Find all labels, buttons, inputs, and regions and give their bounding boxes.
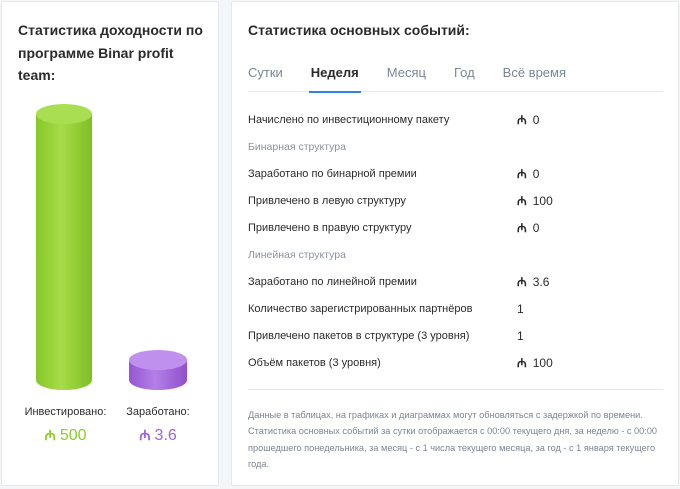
- profit-stats-card: Статистика доходности по программе Binar…: [1, 1, 219, 486]
- stat-value: ₼ 100: [517, 354, 553, 371]
- tab-0[interactable]: Сутки: [248, 57, 283, 92]
- section-header: Линейная структура: [248, 248, 346, 261]
- earned-cylinder: [129, 350, 187, 390]
- stat-label: Начислено по инвестиционному пакету: [248, 113, 450, 126]
- stat-value: 1: [517, 302, 524, 316]
- stat-label: Привлечено пакетов в структуре (3 уровня…: [248, 329, 470, 342]
- stat-amount: 1: [517, 328, 524, 343]
- stat-amount: 0: [532, 112, 540, 127]
- stat-amount: 100: [532, 193, 553, 208]
- section-header: Бинарная структура: [248, 140, 346, 153]
- stat-label: Привлечено в правую структуру: [248, 221, 412, 234]
- stat-label: Количество зарегистрированных партнёров: [248, 302, 473, 315]
- stat-label: Объём пакетов (3 уровня): [248, 356, 381, 369]
- earned-amount: 3.6: [154, 426, 177, 444]
- invested-amount: 500: [59, 426, 87, 444]
- currency-icon: ₼: [44, 427, 56, 443]
- stat-value: ₼ 0: [517, 111, 539, 128]
- earned-label: Заработано:: [126, 406, 190, 418]
- stat-row: Заработано по линейной премии ₼ 3.6: [248, 268, 663, 295]
- stat-row: Привлечено в правую структуру ₼ 0: [248, 214, 663, 241]
- stat-value: ₼ 0: [517, 219, 539, 236]
- tab-2[interactable]: Месяц: [387, 57, 426, 92]
- stat-row: Заработано по бинарной премии ₼ 0: [248, 160, 663, 187]
- stat-label: Заработано по бинарной премии: [248, 167, 417, 180]
- divider: [248, 389, 663, 390]
- currency-icon: ₼: [517, 275, 527, 289]
- stat-value: 1: [517, 329, 524, 343]
- currency-icon: ₼: [139, 427, 151, 443]
- tab-3[interactable]: Год: [454, 57, 475, 92]
- stat-value: ₼ 3.6: [517, 273, 549, 290]
- currency-icon: ₼: [517, 167, 527, 181]
- events-stats-card: Статистика основных событий: Сутки Неделя…: [231, 1, 679, 486]
- currency-icon: ₼: [517, 194, 527, 208]
- earned-value: ₼ 3.6: [114, 426, 202, 445]
- stat-label: Заработано по линейной премии: [248, 275, 417, 288]
- stat-label: Привлечено в левую структуру: [248, 194, 406, 207]
- invested-cylinder: [36, 104, 92, 390]
- currency-icon: ₼: [517, 221, 527, 235]
- stat-row: Количество зарегистрированных партнёров 1: [248, 295, 663, 322]
- invested-value: ₼ 500: [18, 426, 113, 445]
- stat-amount: 0: [532, 220, 540, 235]
- stat-row: Привлечено в левую структуру ₼ 100: [248, 187, 663, 214]
- tab-4[interactable]: Всё время: [503, 57, 566, 92]
- currency-icon: ₼: [517, 113, 527, 127]
- events-table: Начислено по инвестиционному пакету ₼ 0 Бин…: [248, 106, 663, 376]
- stat-value: ₼ 0: [517, 165, 539, 182]
- invested-label: Инвестировано:: [24, 406, 107, 418]
- stat-amount: 1: [517, 301, 524, 316]
- currency-icon: ₼: [517, 356, 527, 370]
- stat-amount: 3.6: [532, 274, 550, 289]
- events-stats-title: Статистика основных событий:: [248, 22, 470, 38]
- stat-row: Привлечено пакетов в структуре (3 уровня…: [248, 322, 663, 349]
- stat-amount: 0: [532, 166, 540, 181]
- stat-row: Начислено по инвестиционному пакету ₼ 0: [248, 106, 663, 133]
- footnote: Данные в таблицах, на графиках и диаграм…: [248, 410, 658, 469]
- stat-value: ₼ 100: [517, 192, 553, 209]
- period-tabs: Сутки Неделя Месяц Год Всё время: [248, 57, 663, 93]
- stat-amount: 100: [532, 355, 553, 370]
- tab-1[interactable]: Неделя: [308, 57, 361, 93]
- stat-row: Объём пакетов (3 уровня) ₼ 100: [248, 349, 663, 376]
